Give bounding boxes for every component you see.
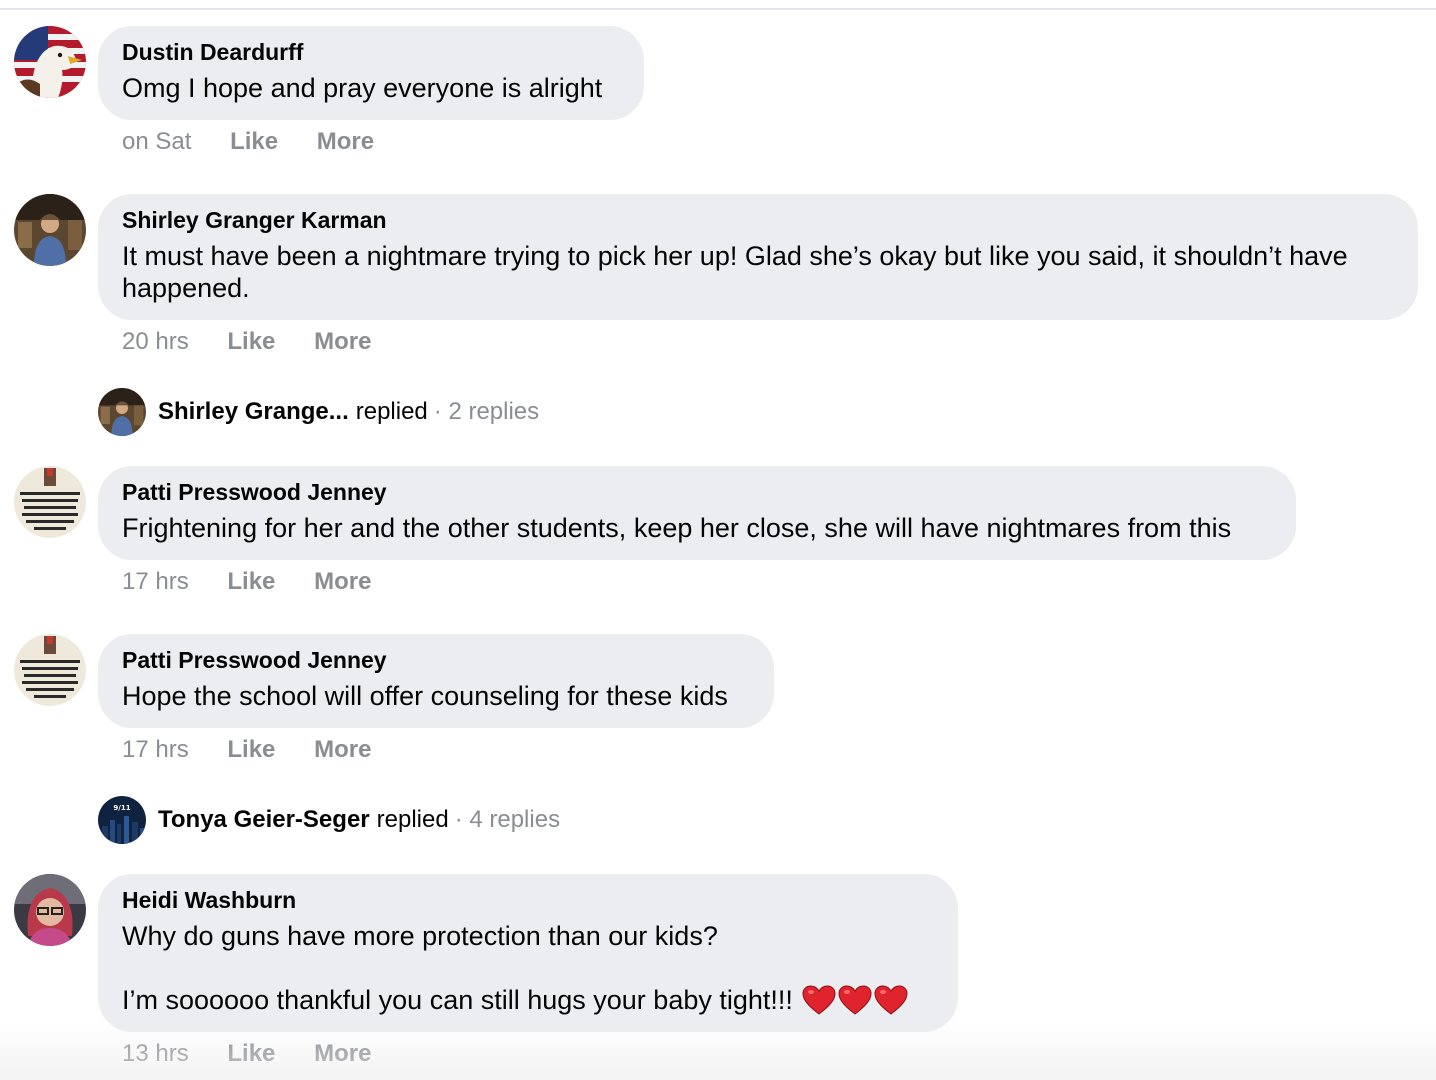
- comment-text-line: It must have been a nightmare trying to …: [122, 241, 1348, 303]
- comment-timestamp[interactable]: on Sat: [122, 128, 191, 155]
- avatar: [98, 388, 146, 436]
- comment-text-line: Why do guns have more protection than ou…: [122, 921, 718, 951]
- avatar[interactable]: [14, 194, 86, 266]
- more-button[interactable]: More: [314, 328, 371, 355]
- comment-bubble: Heidi Washburn Why do guns have more pro…: [98, 874, 958, 1032]
- eagle-flag-avatar-icon: [14, 26, 86, 98]
- like-button[interactable]: Like: [227, 328, 275, 355]
- comment-text-line: Omg I hope and pray everyone is alright: [122, 73, 603, 103]
- reply-verb: replied: [376, 806, 449, 833]
- comment-timestamp[interactable]: 13 hrs: [122, 1040, 189, 1067]
- avatar: 9/11: [98, 796, 146, 844]
- comment-text: Frightening for her and the other studen…: [122, 512, 1272, 544]
- avatar[interactable]: [14, 874, 86, 946]
- comment-text-line: Frightening for her and the other studen…: [122, 513, 1232, 543]
- comment-text: Hope the school will offer counseling fo…: [122, 680, 750, 712]
- quote-text-avatar-icon: [14, 634, 86, 706]
- woman-red-hair-avatar-icon: [14, 874, 86, 946]
- more-button[interactable]: More: [317, 128, 374, 155]
- comment-author[interactable]: Heidi Washburn: [122, 886, 934, 914]
- comment-text: Why do guns have more protection than ou…: [122, 920, 934, 1016]
- more-button[interactable]: More: [314, 736, 371, 763]
- comment-bubble: Shirley Granger Karman It must have been…: [98, 194, 1418, 320]
- comment-bubble: Patti Presswood Jenney Hope the school w…: [98, 634, 774, 728]
- top-divider: [0, 8, 1436, 10]
- comment-actions: 13 hrs Like More: [122, 1040, 403, 1068]
- reply-author: Shirley Grange...: [158, 398, 349, 425]
- heart-icon: [838, 985, 872, 1015]
- comment-author[interactable]: Dustin Deardurff: [122, 38, 620, 66]
- comment-timestamp[interactable]: 17 hrs: [122, 568, 189, 595]
- view-replies-link[interactable]: Shirley Grange... replied · 2 replies: [98, 388, 539, 436]
- comment-bubble: Patti Presswood Jenney Frightening for h…: [98, 466, 1296, 560]
- comment-text: Omg I hope and pray everyone is alright: [122, 72, 620, 104]
- city-night-avatar-icon: 9/11: [98, 796, 146, 844]
- comment-timestamp[interactable]: 20 hrs: [122, 328, 189, 355]
- svg-text:9/11: 9/11: [113, 804, 130, 812]
- comment-text-line: Hope the school will offer counseling fo…: [122, 681, 728, 711]
- view-replies-link[interactable]: 9/11 Tonya Geier-Seger replied · 4 repli…: [98, 796, 560, 844]
- reply-author: Tonya Geier-Seger: [158, 806, 370, 833]
- comment-text-line: I’m soooooo thankful you can still hugs …: [122, 985, 793, 1015]
- reply-count: · 4 replies: [454, 806, 561, 833]
- comment-author[interactable]: Shirley Granger Karman: [122, 206, 1394, 234]
- more-button[interactable]: More: [314, 568, 371, 595]
- comment-actions: 20 hrs Like More: [122, 328, 403, 356]
- avatar[interactable]: [14, 466, 86, 538]
- heart-icon: [802, 985, 836, 1015]
- comment-bubble: Dustin Deardurff Omg I hope and pray eve…: [98, 26, 644, 120]
- quote-text-avatar-icon: [14, 466, 86, 538]
- comment-author[interactable]: Patti Presswood Jenney: [122, 478, 1272, 506]
- avatar[interactable]: [14, 634, 86, 706]
- reply-count: · 2 replies: [433, 398, 540, 425]
- comment-timestamp[interactable]: 17 hrs: [122, 736, 189, 763]
- comment-actions: on Sat Like More: [122, 128, 406, 156]
- like-button[interactable]: Like: [227, 1040, 275, 1067]
- like-button[interactable]: Like: [227, 736, 275, 763]
- comment-text-line: I’m soooooo thankful you can still hugs …: [122, 984, 934, 1016]
- more-button[interactable]: More: [314, 1040, 371, 1067]
- comment-text: It must have been a nightmare trying to …: [122, 240, 1394, 304]
- person-photo-avatar-icon: [14, 194, 86, 266]
- comment-author[interactable]: Patti Presswood Jenney: [122, 646, 750, 674]
- like-button[interactable]: Like: [227, 568, 275, 595]
- comment-actions: 17 hrs Like More: [122, 568, 403, 596]
- avatar[interactable]: [14, 26, 86, 98]
- comment-actions: 17 hrs Like More: [122, 736, 403, 764]
- heart-emoji-group: [800, 985, 908, 1015]
- reply-verb: replied: [355, 398, 428, 425]
- person-photo-avatar-icon: [98, 388, 146, 436]
- like-button[interactable]: Like: [230, 128, 278, 155]
- heart-icon: [874, 985, 908, 1015]
